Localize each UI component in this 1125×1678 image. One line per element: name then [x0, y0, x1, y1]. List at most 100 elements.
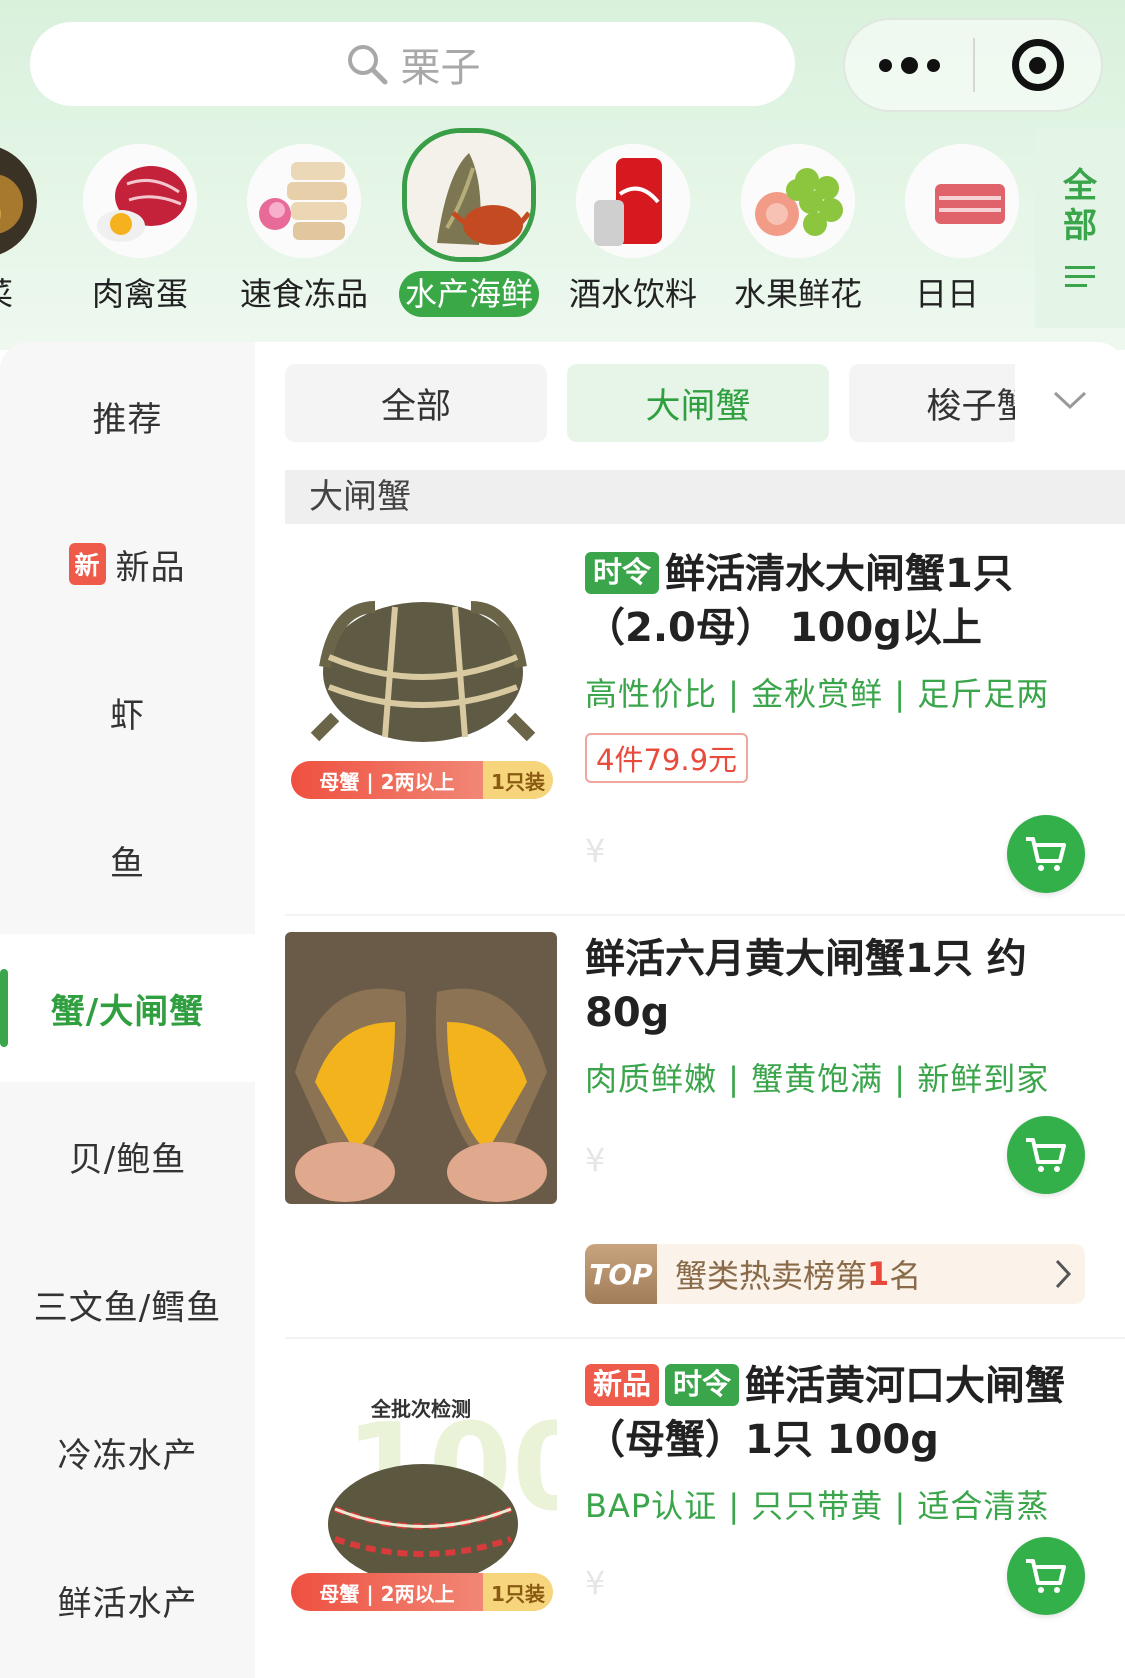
- subtab-hairy-crab[interactable]: 大闸蟹: [567, 364, 829, 442]
- sidebar-item-label: 冷冻水产: [57, 1435, 198, 1476]
- rank-prefix: 蟹类热卖榜第: [675, 1257, 868, 1295]
- sidebar-item-recommend[interactable]: 推荐: [0, 342, 255, 490]
- add-to-cart-button[interactable]: [1007, 1116, 1085, 1194]
- sidebar-item-label: 虾: [110, 695, 145, 736]
- product-title[interactable]: 鲜活六月黄大闸蟹1只 约80g: [585, 932, 1085, 1040]
- category-label: 日日: [914, 275, 979, 313]
- product-image-caption: 全批次检测: [371, 1397, 471, 1421]
- all-label-2: 部: [1063, 206, 1097, 246]
- cart-icon: [1026, 837, 1066, 871]
- cart-icon: [1026, 1138, 1066, 1172]
- section-title: 大闸蟹: [285, 470, 1125, 524]
- frozen-food-image: [247, 144, 361, 258]
- banner-right: 1只装: [483, 1573, 553, 1611]
- add-to-cart-button[interactable]: [1007, 1537, 1085, 1615]
- banner-left: 母蟹 | 2两以上: [291, 761, 483, 799]
- product-card[interactable]: 100 全批次检测 母蟹 | 2两以上 1只装 新品时令鲜活黄河口大闸蟹（母蟹）…: [285, 1337, 1125, 1678]
- all-categories-button[interactable]: 全 部: [1035, 128, 1125, 328]
- category-label: 速食冻品: [239, 275, 368, 313]
- new-tag: 新品: [585, 1364, 660, 1406]
- sidebar-item-label: 三文鱼/鳕鱼: [33, 1287, 222, 1328]
- cart-icon: [1026, 1559, 1066, 1593]
- product-image[interactable]: 100 全批次检测 母蟹 | 2两以上 1只装: [285, 1359, 557, 1631]
- expand-subtabs-button[interactable]: [1015, 350, 1125, 450]
- product-info: 时令 鲜活清水大闸蟹1只（2.0母） 100g以上 高性价比 | 金秋赏鲜 | 足…: [585, 547, 1085, 783]
- product-image[interactable]: [285, 932, 557, 1204]
- top-badge: TOP: [585, 1244, 657, 1304]
- product-title[interactable]: 时令 鲜活清水大闸蟹1只（2.0母） 100g以上: [585, 547, 1085, 655]
- image-banner: 母蟹 | 2两以上 1只装: [291, 761, 553, 799]
- product-subtitle: 高性价比 | 金秋赏鲜 | 足斤足两: [585, 675, 1050, 713]
- sidebar-item-salmon[interactable]: 三文鱼/鳕鱼: [0, 1230, 255, 1378]
- product-image[interactable]: 母蟹 | 2两以上 1只装: [285, 547, 557, 819]
- hot-rank-banner[interactable]: TOP 蟹类热卖榜第 1 名: [585, 1244, 1085, 1304]
- fruit-flower-image: [741, 144, 855, 258]
- category-item-frozen[interactable]: 速食冻品: [229, 128, 379, 328]
- sidebar-item-new[interactable]: 新 新品: [0, 490, 255, 638]
- daily-image: [905, 144, 1019, 258]
- search-icon: [347, 45, 387, 85]
- product-price: ¥: [585, 1564, 606, 1602]
- meat-egg-image: [83, 144, 197, 258]
- image-banner: 母蟹 | 2两以上 1只装: [291, 1573, 553, 1611]
- category-item-vegetable[interactable]: 菜: [0, 128, 55, 328]
- rank-number: 1: [867, 1255, 890, 1293]
- target-icon[interactable]: [975, 20, 1101, 110]
- rank-suffix: 名: [889, 1257, 922, 1295]
- seasonal-tag: 时令: [665, 1364, 740, 1406]
- sidebar-item-label: 新品: [115, 547, 186, 588]
- sidebar-item-label: 鲜活水产: [57, 1583, 198, 1624]
- category-label: 酒水饮料: [568, 275, 697, 313]
- drinks-image: [576, 144, 690, 258]
- mini-program-capsule: [843, 18, 1103, 112]
- sidebar-item-fish[interactable]: 鱼: [0, 786, 255, 934]
- product-title[interactable]: 新品 时令 鲜活黄河口大闸蟹（母蟹）1只 100g: [585, 1359, 1085, 1467]
- add-to-cart-button[interactable]: [1007, 815, 1085, 893]
- header: 栗子 菜 肉禽蛋 速食冻品: [0, 0, 1125, 350]
- category-item-meat[interactable]: 肉禽蛋: [65, 128, 215, 328]
- category-label: 水果鲜花: [733, 275, 862, 313]
- product-info: 鲜活六月黄大闸蟹1只 约80g 肉质鲜嫩 | 蟹黄饱满 | 新鲜到家: [585, 932, 1085, 1100]
- chevron-down-icon: [1053, 391, 1087, 410]
- new-badge: 新: [69, 543, 106, 585]
- category-item-drinks[interactable]: 酒水饮料: [558, 128, 708, 328]
- product-card[interactable]: 鲜活六月黄大闸蟹1只 约80g 肉质鲜嫩 | 蟹黄饱满 | 新鲜到家 ¥ TOP…: [285, 914, 1125, 1334]
- subtab-all[interactable]: 全部: [285, 364, 547, 442]
- all-label-1: 全: [1063, 166, 1097, 206]
- vegetable-image: [0, 144, 37, 258]
- sidebar-item-crab[interactable]: 蟹/大闸蟹: [0, 934, 255, 1082]
- category-sidebar: 推荐 新 新品 虾 鱼 蟹/大闸蟹 贝/鲍鱼 三文鱼/鳕鱼 冷冻水产 鲜活水产: [0, 342, 255, 1678]
- sidebar-item-frozen-seafood[interactable]: 冷冻水产: [0, 1378, 255, 1526]
- chevron-right-icon: [1055, 1259, 1072, 1289]
- product-price: ¥: [585, 1141, 606, 1179]
- product-info: 新品 时令 鲜活黄河口大闸蟹（母蟹）1只 100g BAP认证 | 只只带黄 | 适…: [585, 1359, 1085, 1527]
- category-item-seafood[interactable]: 水产海鲜: [394, 128, 544, 328]
- seasonal-tag: 时令: [585, 552, 660, 594]
- more-dots-icon[interactable]: [845, 20, 973, 110]
- product-panel: 全部 大闸蟹 梭子蟹 大闸蟹 母蟹 | 2两以上 1只装 时令 鲜活清水大闸蟹1只…: [255, 342, 1125, 1678]
- banner-left: 母蟹 | 2两以上: [291, 1573, 483, 1611]
- sidebar-item-label: 鱼: [110, 843, 145, 884]
- seafood-image: [402, 128, 536, 262]
- search-bar[interactable]: 栗子: [30, 22, 795, 106]
- sidebar-item-live-seafood[interactable]: 鲜活水产: [0, 1526, 255, 1674]
- sidebar-item-label: 推荐: [92, 399, 163, 440]
- category-label: 水产海鲜: [399, 271, 539, 317]
- product-card[interactable]: 母蟹 | 2两以上 1只装 时令 鲜活清水大闸蟹1只（2.0母） 100g以上 高…: [285, 547, 1125, 912]
- product-price: ¥: [585, 832, 606, 870]
- subtab-label: 全部: [380, 386, 451, 427]
- search-placeholder: 栗子: [400, 45, 481, 91]
- category-item-fruit[interactable]: 水果鲜花: [723, 128, 873, 328]
- sidebar-item-shellfish[interactable]: 贝/鲍鱼: [0, 1082, 255, 1230]
- list-icon: [1065, 260, 1095, 293]
- sidebar-item-shrimp[interactable]: 虾: [0, 638, 255, 786]
- promo-badge: 4件79.9元: [585, 733, 749, 783]
- subtab-label: 大闸蟹: [645, 386, 751, 427]
- category-label: 肉禽蛋: [91, 275, 188, 313]
- category-strip[interactable]: 菜 肉禽蛋 速食冻品 水产海鲜 酒水饮料: [0, 128, 1035, 328]
- banner-right: 1只装: [483, 761, 553, 799]
- category-label: 菜: [0, 271, 13, 317]
- sidebar-item-label: 蟹/大闸蟹: [50, 991, 205, 1032]
- product-subtitle: BAP认证 | 只只带黄 | 适合清蒸: [585, 1487, 1050, 1525]
- category-item-daily[interactable]: 日日: [887, 128, 1035, 328]
